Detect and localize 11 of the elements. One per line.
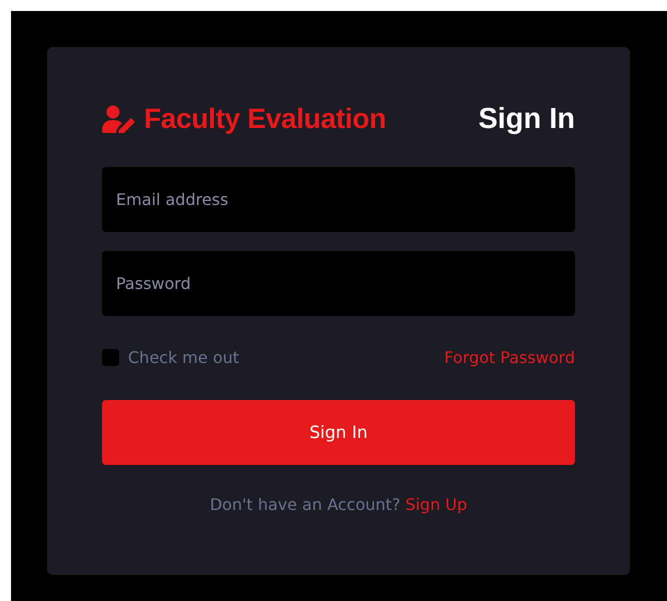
app-title: Faculty Evaluation (144, 103, 386, 135)
input-field[interactable]: Password (102, 251, 575, 316)
sign-up-link[interactable]: Sign Up (405, 495, 468, 514)
signup-prompt: Don't have an Account? (210, 495, 400, 514)
page-heading: Sign In (478, 102, 575, 136)
checkbox-label: Check me out (128, 348, 240, 366)
input-field[interactable]: Email address (102, 167, 575, 232)
sign-in-button[interactable]: Sign In (102, 400, 575, 465)
checkbox[interactable] (102, 348, 119, 366)
user-edit-icon (102, 105, 138, 133)
forgot-password-link[interactable]: Forgot Password (444, 348, 575, 366)
